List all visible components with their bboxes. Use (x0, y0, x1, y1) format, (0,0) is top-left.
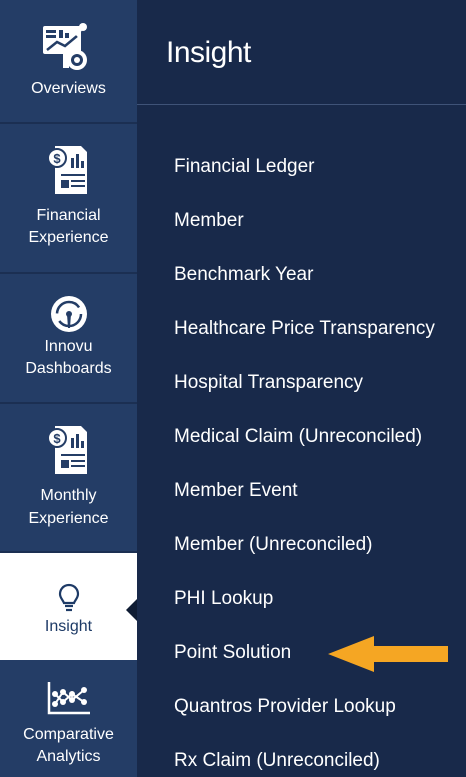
divider (137, 104, 466, 105)
menu-item-healthcare-price-transparency[interactable]: Healthcare Price Transparency (174, 317, 435, 341)
sidebar: Overviews $ Financial Experience Innovu … (0, 0, 137, 777)
menu-item-point-solution[interactable]: Point Solution (174, 641, 291, 665)
financial-report-icon: $ (46, 426, 87, 474)
nav-label-line1: Monthly (40, 487, 97, 504)
nav-financial-experience[interactable]: $ Financial Experience (0, 124, 137, 274)
nav-label-line2: Analytics (36, 748, 101, 765)
menu-item-benchmark-year[interactable]: Benchmark Year (174, 263, 313, 287)
nav-label: Insight (44, 618, 93, 635)
nav-monthly-experience[interactable]: $ Monthly Experience (0, 404, 137, 553)
nav-insight[interactable]: Insight (0, 553, 137, 660)
dashboard-report-icon (42, 23, 87, 70)
menu-item-financial-ledger[interactable]: Financial Ledger (174, 155, 314, 179)
financial-report-icon: $ (46, 146, 87, 194)
arrow-left-icon (328, 636, 448, 672)
nav-label-line1: Financial (36, 207, 101, 224)
nav-innovu-dashboards[interactable]: Innovu Dashboards (0, 274, 137, 404)
menu-item-member-unreconciled[interactable]: Member (Unreconciled) (174, 533, 373, 557)
menu-item-medical-claim-unreconciled[interactable]: Medical Claim (Unreconciled) (174, 425, 422, 449)
lightbulb-icon (58, 583, 79, 612)
menu-item-hospital-transparency[interactable]: Hospital Transparency (174, 371, 363, 395)
gauge-icon (50, 296, 87, 332)
svg-text:$: $ (53, 431, 61, 446)
nav-label-line2: Experience (28, 229, 109, 246)
nav-label-line1: Comparative (23, 726, 114, 743)
line-chart-icon (47, 682, 90, 715)
active-pointer (126, 599, 137, 621)
nav-comparative-analytics[interactable]: Comparative Analytics (0, 660, 137, 777)
nav-label-line2: Experience (28, 510, 109, 527)
menu-item-rx-claim-unreconciled[interactable]: Rx Claim (Unreconciled) (174, 749, 380, 773)
menu-item-member-event[interactable]: Member Event (174, 479, 298, 503)
nav-label-line1: Innovu (44, 338, 93, 355)
nav-overviews[interactable]: Overviews (0, 0, 137, 124)
menu-item-member[interactable]: Member (174, 209, 244, 233)
nav-label: Overviews (31, 80, 106, 97)
nav-label-line2: Dashboards (25, 360, 112, 377)
menu-item-phi-lookup[interactable]: PHI Lookup (174, 587, 273, 611)
svg-text:$: $ (53, 151, 61, 166)
panel-title: Insight (166, 36, 251, 69)
menu-item-quantros-provider-lookup[interactable]: Quantros Provider Lookup (174, 695, 396, 719)
